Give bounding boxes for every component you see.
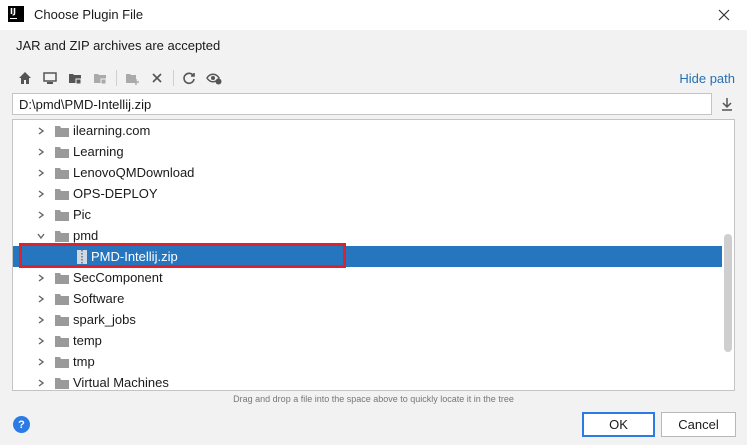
show-hidden-button[interactable] bbox=[203, 67, 225, 89]
tree-folder-item[interactable]: tmp bbox=[13, 351, 722, 372]
toolbar-separator bbox=[116, 70, 117, 86]
close-icon bbox=[718, 9, 730, 21]
new-folder-icon bbox=[126, 74, 139, 85]
ok-button[interactable]: OK bbox=[582, 412, 655, 437]
tree-folder-item[interactable]: Pic bbox=[13, 204, 722, 225]
scrollbar-track[interactable] bbox=[722, 120, 734, 390]
tree-item-label: spark_jobs bbox=[73, 312, 136, 327]
tree-item-label: pmd bbox=[73, 228, 99, 243]
toolbar bbox=[14, 66, 228, 90]
chevron-right-icon[interactable] bbox=[35, 335, 47, 347]
toolbar-separator bbox=[173, 70, 174, 86]
project-folder-button[interactable] bbox=[64, 67, 86, 89]
tree-folder-item[interactable]: pmd bbox=[13, 225, 722, 246]
refresh-icon bbox=[183, 72, 195, 85]
chevron-right-icon[interactable] bbox=[35, 125, 47, 137]
tree-item-label: Software bbox=[73, 291, 125, 306]
tree-item-label: OPS-DEPLOY bbox=[73, 186, 158, 201]
folder-icon bbox=[55, 314, 69, 326]
folder-icon bbox=[55, 188, 69, 200]
tree-item-label: PMD-Intellij.zip bbox=[91, 249, 178, 264]
chevron-right-icon[interactable] bbox=[35, 146, 47, 158]
title-bar: IJ Choose Plugin File bbox=[0, 0, 747, 30]
folder-icon bbox=[55, 146, 69, 158]
tree-folder-item[interactable]: SecComponent bbox=[13, 267, 722, 288]
home-icon bbox=[19, 72, 31, 84]
folder-icon bbox=[55, 167, 69, 179]
desktop-button[interactable] bbox=[39, 67, 61, 89]
tree-item-label: ilearning.com bbox=[73, 123, 151, 138]
chevron-right-icon[interactable] bbox=[35, 356, 47, 368]
folder-icon bbox=[55, 230, 69, 242]
tree-folder-item[interactable]: Software bbox=[13, 288, 722, 309]
module-folder-button[interactable] bbox=[89, 67, 111, 89]
tree-file-item[interactable]: PMD-Intellij.zip bbox=[13, 246, 722, 267]
tree-folder-item[interactable]: Learning bbox=[13, 141, 722, 162]
dialog-description: JAR and ZIP archives are accepted bbox=[16, 38, 221, 53]
download-button[interactable] bbox=[718, 95, 736, 113]
folder-icon bbox=[55, 272, 69, 284]
chevron-right-icon[interactable] bbox=[35, 188, 47, 200]
hide-path-link[interactable]: Hide path bbox=[679, 71, 735, 86]
show-hidden-icon bbox=[206, 73, 222, 85]
tree-item-label: temp bbox=[73, 333, 102, 348]
chevron-down-icon[interactable] bbox=[35, 230, 47, 242]
folder-icon bbox=[55, 335, 69, 347]
chevron-right-icon[interactable] bbox=[35, 167, 47, 179]
tree-item-label: Pic bbox=[73, 207, 92, 222]
delete-icon bbox=[152, 73, 162, 83]
delete-button[interactable] bbox=[146, 67, 168, 89]
tree-folder-item[interactable]: spark_jobs bbox=[13, 309, 722, 330]
logo-text: IJ bbox=[10, 7, 16, 16]
project-folder-icon bbox=[69, 74, 82, 85]
download-icon bbox=[722, 98, 732, 111]
window-title: Choose Plugin File bbox=[34, 7, 144, 22]
tree-folder-item[interactable]: temp bbox=[13, 330, 722, 351]
help-button[interactable]: ? bbox=[13, 416, 30, 433]
intellij-logo-icon: IJ bbox=[8, 6, 24, 22]
chevron-right-icon[interactable] bbox=[35, 293, 47, 305]
folder-icon bbox=[55, 356, 69, 368]
tree-folder-item[interactable]: OPS-DEPLOY bbox=[13, 183, 722, 204]
chevron-right-icon[interactable] bbox=[35, 377, 47, 389]
tree-folder-item[interactable]: LenovoQMDownload bbox=[13, 162, 722, 183]
new-folder-button[interactable] bbox=[121, 67, 143, 89]
cancel-button[interactable]: Cancel bbox=[661, 412, 736, 437]
scrollbar-thumb[interactable] bbox=[724, 234, 732, 352]
zip-archive-icon bbox=[77, 249, 87, 264]
home-button[interactable] bbox=[14, 67, 36, 89]
tree-folder-item[interactable]: Virtual Machines bbox=[13, 372, 722, 390]
module-folder-icon bbox=[94, 74, 107, 85]
tree-item-label: LenovoQMDownload bbox=[73, 165, 195, 180]
folder-icon bbox=[55, 209, 69, 221]
tree-item-label: SecComponent bbox=[73, 270, 163, 285]
folder-icon bbox=[55, 377, 69, 389]
tree-item-label: tmp bbox=[73, 354, 95, 369]
folder-icon bbox=[55, 125, 69, 137]
drag-drop-hint: Drag and drop a file into the space abov… bbox=[233, 394, 514, 404]
refresh-button[interactable] bbox=[178, 67, 200, 89]
close-button[interactable] bbox=[701, 0, 747, 30]
chevron-right-icon[interactable] bbox=[35, 314, 47, 326]
tree-folder-item[interactable]: ilearning.com bbox=[13, 120, 722, 141]
path-input[interactable] bbox=[12, 93, 712, 115]
desktop-icon bbox=[43, 72, 57, 84]
chevron-right-icon[interactable] bbox=[35, 209, 47, 221]
chevron-right-icon[interactable] bbox=[35, 272, 47, 284]
folder-icon bbox=[55, 293, 69, 305]
tree-item-label: Learning bbox=[73, 144, 124, 159]
file-tree[interactable]: ilearning.com Learning LenovoQMDownload OPS… bbox=[12, 119, 735, 391]
tree-item-label: Virtual Machines bbox=[73, 375, 169, 390]
